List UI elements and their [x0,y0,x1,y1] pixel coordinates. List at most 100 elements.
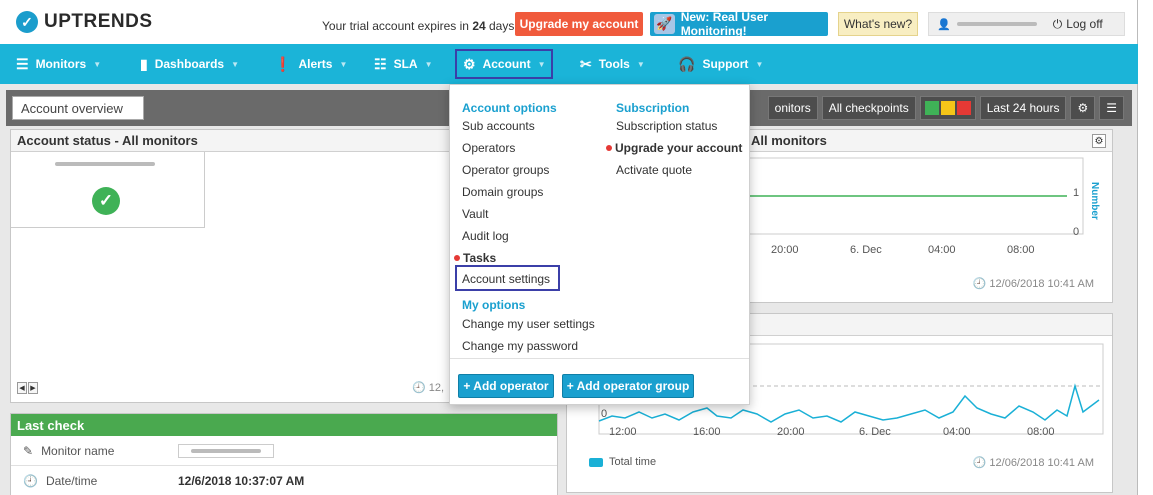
chart-legend[interactable]: Total time [589,456,656,468]
add-operator-button[interactable]: + Add operator [458,374,554,398]
account-dropdown-menu: Account options Sub accounts Operators O… [449,84,750,405]
notification-dot-icon [454,254,460,261]
monitors-filter-button[interactable]: onitors [767,96,818,120]
ytick-0: 0 [601,408,608,420]
checkpoints-filter-button[interactable]: All checkpoints [821,96,916,120]
main-nav: ☰ Monitors ▼ ▮ Dashboards ▼ ❗ Alerts ▼ ☷ SL… [0,44,1138,84]
chart-settings-icon[interactable]: ⚙ [1092,134,1106,148]
prev-page-icon[interactable]: ◀ [17,382,27,394]
xtick: 20:00 [777,426,805,438]
account-status-title: Account status - All monitors [11,130,450,152]
caret-down-icon: ▼ [755,59,764,69]
pager: ◀ ▶ [17,382,38,394]
menu-change-user-settings[interactable]: Change my user settings [462,317,595,331]
menu-sub-accounts[interactable]: Sub accounts [462,119,535,133]
dashboard-toolbar: onitors All checkpoints Last 24 hours ⚙ … [767,96,1124,120]
xtick: 6. Dec [850,244,882,256]
menu-change-password[interactable]: Change my password [462,339,578,353]
clock-icon: 🕘 [972,278,987,290]
settings-button[interactable]: ⚙ [1070,96,1096,120]
caret-down-icon: ▼ [339,59,348,69]
status-warning-swatch [940,101,955,115]
headset-icon: 🎧 [678,55,696,72]
menu-upgrade-account[interactable]: Upgrade your account [606,141,742,155]
menu-domain-groups[interactable]: Domain groups [462,185,543,199]
nav-sla[interactable]: ☷ SLA ▼ [374,44,432,84]
my-options-heading: My options [462,298,526,312]
nav-alerts[interactable]: ❗ Alerts ▼ [274,44,347,84]
menu-activate-quote[interactable]: Activate quote [616,163,692,177]
clock-icon: 🕘 [972,457,987,469]
menu-subscription-status[interactable]: Subscription status [616,119,717,133]
uptrends-logo[interactable]: ✓ UPTRENDS [16,11,153,33]
status-filter[interactable] [919,96,976,120]
caret-down-icon: ▼ [636,59,645,69]
hamburger-menu-button[interactable]: ☰ [1099,96,1124,120]
last-check-panel: Last check ✎ Monitor name 🕘 Date/time 12/6… [10,413,558,495]
time-range-button[interactable]: Last 24 hours [979,96,1067,120]
clock-icon: 🕘 [23,473,38,488]
menu-tasks[interactable]: Tasks [454,251,496,265]
whats-new-button[interactable]: What's new? [838,12,918,36]
list-check-icon: ☷ [374,55,387,72]
monitor-tile[interactable]: ✓ [11,152,205,228]
logoff-button[interactable]: ⏻ Log off [1053,17,1103,32]
menu-audit-log[interactable]: Audit log [462,229,509,243]
user-icon: 👤 [937,18,951,31]
nav-monitors[interactable]: ☰ Monitors ▼ [16,44,101,84]
chart-top-timestamp: 🕘 12/06/2018 10:41 AM [972,278,1094,290]
menu-operator-groups[interactable]: Operator groups [462,163,549,177]
menu-divider [450,358,749,359]
power-icon: ⏻ [1052,16,1063,31]
menu-account-settings[interactable]: Account settings [462,272,550,286]
chart-ylabel: Number [1089,182,1100,220]
alert-icon: ❗ [274,55,292,72]
ytick-1: 1 [1073,187,1080,199]
legend-swatch [589,457,603,467]
gear-icon: ⚙ [1077,101,1089,115]
pencil-icon: ✎ [23,443,34,458]
monitor-name-value-redacted [178,443,274,458]
xtick: 08:00 [1007,244,1035,256]
last-check-title: Last check [11,414,557,436]
ytick-0: 0 [1073,226,1080,238]
logo-mark-icon: ✓ [16,11,38,33]
monitor-name-row: ✎ Monitor name [11,436,557,466]
user-name-redacted [956,22,1037,26]
chart-bottom-timestamp: 🕘 12/06/2018 10:41 AM [972,457,1094,469]
add-operator-group-button[interactable]: + Add operator group [562,374,694,398]
status-error-swatch [956,101,971,115]
tools-icon: ✂ [580,55,592,72]
xtick: 04:00 [928,244,956,256]
top-bar: ✓ UPTRENDS Your trial account expires in… [0,0,1138,44]
monitor-name-redacted [55,162,155,166]
datetime-value: 12/6/2018 10:37:07 AM [178,473,305,488]
menu-operators[interactable]: Operators [462,141,515,155]
ok-check-icon: ✓ [92,187,120,215]
rocket-icon: 🚀 [654,14,675,34]
brand-name: UPTRENDS [44,11,153,32]
caret-down-icon: ▼ [424,59,433,69]
xtick: 08:00 [1027,426,1055,438]
status-ok-swatch [924,101,939,115]
account-options-heading: Account options [462,101,557,115]
notification-dot-icon [606,144,612,151]
gear-icon: ⚙ [463,55,476,72]
nav-support[interactable]: 🎧 Support ▼ [678,44,763,84]
nav-dashboards[interactable]: ▮ Dashboards ▼ [140,44,239,84]
nav-account[interactable]: ⚙ Account ▼ [455,49,554,79]
next-page-icon[interactable]: ▶ [28,382,38,394]
nav-tools[interactable]: ✂ Tools ▼ [580,44,645,84]
tab-account-overview[interactable]: Account overview [12,96,144,120]
trial-days: 24 [472,19,486,33]
menu-vault[interactable]: Vault [462,207,488,221]
caret-down-icon: ▼ [537,59,546,69]
xtick: 20:00 [771,244,799,256]
xtick: 6. Dec [859,426,891,438]
user-menu[interactable]: 👤 ⏻ Log off [928,12,1125,36]
upgrade-button[interactable]: Upgrade my account [515,12,643,36]
xtick: 12:00 [609,426,637,438]
caret-down-icon: ▼ [231,59,239,69]
real-user-monitoring-button[interactable]: 🚀 New: Real User Monitoring! [650,10,828,38]
bar-chart-icon: ▮ [140,55,148,72]
